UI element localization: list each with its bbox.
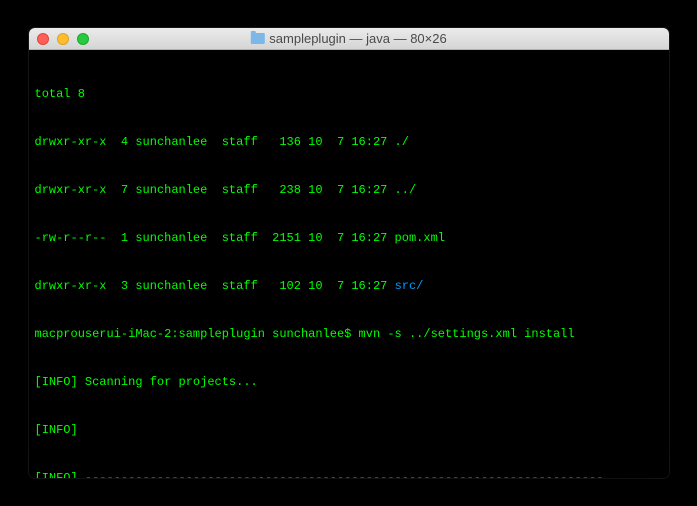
- window-title-wrap: sampleplugin — java — 80×26: [250, 31, 446, 46]
- terminal-window: sampleplugin — java — 80×26 total 8 drwx…: [29, 28, 669, 478]
- terminal-body[interactable]: total 8 drwxr-xr-x 4 sunchanlee staff 13…: [29, 50, 669, 478]
- titlebar[interactable]: sampleplugin — java — 80×26: [29, 28, 669, 50]
- close-icon[interactable]: [37, 33, 49, 45]
- terminal-line: [INFO] ---------------------------------…: [35, 470, 663, 478]
- terminal-line: drwxr-xr-x 3 sunchanlee staff 102 10 7 1…: [35, 278, 663, 294]
- terminal-line: macprouserui-iMac-2:sampleplugin sunchan…: [35, 326, 663, 342]
- terminal-line: [INFO]: [35, 422, 663, 438]
- maximize-icon[interactable]: [77, 33, 89, 45]
- terminal-line: drwxr-xr-x 7 sunchanlee staff 238 10 7 1…: [35, 182, 663, 198]
- terminal-line: total 8: [35, 86, 663, 102]
- terminal-line: -rw-r--r-- 1 sunchanlee staff 2151 10 7 …: [35, 230, 663, 246]
- traffic-lights: [29, 33, 89, 45]
- terminal-line: drwxr-xr-x 4 sunchanlee staff 136 10 7 1…: [35, 134, 663, 150]
- terminal-line: [INFO] Scanning for projects...: [35, 374, 663, 390]
- folder-icon: [250, 33, 264, 44]
- minimize-icon[interactable]: [57, 33, 69, 45]
- window-title: sampleplugin — java — 80×26: [269, 31, 446, 46]
- src-dir: src/: [395, 279, 424, 293]
